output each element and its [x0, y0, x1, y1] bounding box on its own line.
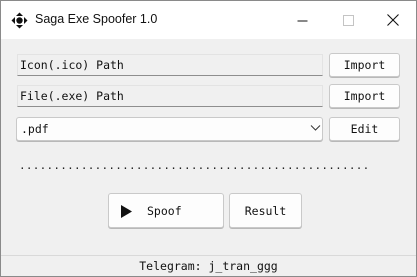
title-bar[interactable]: Saga Exe Spoofer 1.0	[1, 1, 416, 39]
close-icon	[387, 14, 399, 26]
gamepad-icon	[11, 12, 28, 29]
edit-button[interactable]: Edit	[329, 117, 400, 141]
status-bar: Telegram: j_tran_ggg	[1, 255, 416, 276]
icon-path-field[interactable]: Icon(.ico) Path	[17, 54, 323, 76]
result-button[interactable]: Result	[229, 193, 302, 228]
extension-select-value: .pdf	[21, 122, 49, 136]
extension-select[interactable]: .pdf	[16, 117, 323, 141]
spoof-button-label: Spoof	[147, 204, 182, 218]
minimize-button[interactable]	[279, 1, 325, 39]
close-button[interactable]	[370, 1, 416, 39]
maximize-button[interactable]	[325, 1, 371, 39]
window-title: Saga Exe Spoofer 1.0	[35, 12, 158, 26]
minimize-icon	[297, 20, 307, 21]
maximize-icon	[342, 14, 354, 26]
exe-path-field[interactable]: File(.exe) Path	[17, 85, 323, 107]
spoof-button[interactable]: Spoof	[108, 193, 224, 228]
import-icon-button[interactable]: Import	[329, 53, 400, 77]
chevron-down-icon	[310, 125, 321, 131]
status-text: Telegram: j_tran_ggg	[139, 259, 278, 273]
progress-bar: ........................................…	[19, 161, 370, 171]
app-window: Saga Exe Spoofer 1.0 Icon(.ico) Path Imp…	[0, 0, 417, 277]
import-exe-button[interactable]: Import	[329, 84, 400, 108]
play-icon	[121, 205, 132, 218]
